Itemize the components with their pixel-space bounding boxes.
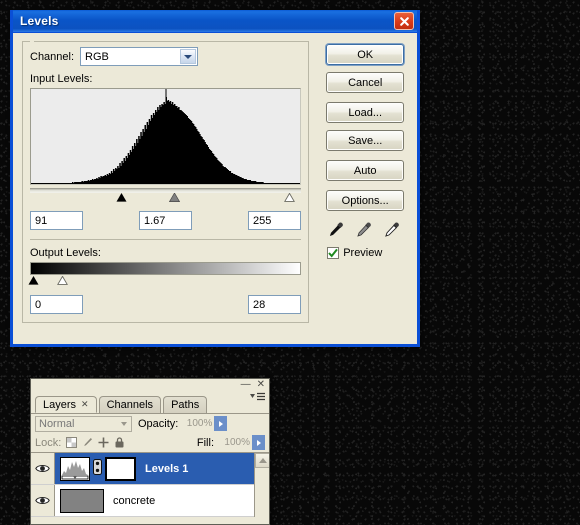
output-black-field[interactable]: 0 (30, 295, 83, 314)
load-button[interactable]: Load... (326, 102, 405, 123)
layer-thumbnail[interactable] (60, 488, 104, 513)
channel-label: Channel: (30, 50, 75, 63)
chevron-down-icon[interactable] (180, 49, 197, 64)
section-divider (30, 239, 302, 240)
scroll-up-button[interactable] (255, 453, 269, 468)
preview-checkbox[interactable] (327, 247, 340, 259)
tab-layers-label: Layers (43, 398, 77, 411)
panel-tabs: Layers ✕ Channels Paths (31, 395, 269, 413)
dialog-titlebar[interactable]: Levels (13, 10, 417, 33)
levels-settings-group: Channel: RGB Input Levels: 91 1.67 255 O… (22, 41, 310, 323)
histogram-svg (31, 89, 300, 184)
auto-button[interactable]: Auto (326, 160, 405, 181)
layer-list-scrollbar[interactable] (254, 453, 269, 517)
tab-channels[interactable]: Channels (98, 396, 162, 413)
layer-visibility-toggle[interactable] (31, 453, 55, 484)
table-row[interactable]: Levels 1 (31, 453, 269, 485)
lock-image-pixels-icon[interactable] (82, 437, 93, 448)
lock-icon-group (66, 437, 125, 448)
layer-name: Levels 1 (145, 462, 189, 475)
output-black-point-slider[interactable] (28, 276, 39, 285)
layer-list: Levels 1 concrete (31, 453, 269, 517)
input-midtone-slider[interactable] (169, 193, 180, 202)
output-white-field[interactable]: 28 (248, 295, 301, 314)
input-highlight-field[interactable]: 255 (248, 211, 301, 230)
chevron-down-icon[interactable] (117, 418, 130, 430)
panel-menu-button[interactable] (250, 392, 266, 405)
cancel-button[interactable]: Cancel (326, 72, 405, 93)
output-levels-fields: 0 28 (30, 295, 301, 314)
input-sliders (30, 193, 301, 207)
input-shadow-field[interactable]: 91 (30, 211, 83, 230)
input-midtone-field[interactable]: 1.67 (139, 211, 192, 230)
options-button[interactable]: Options... (326, 190, 405, 211)
lock-label: Lock: (35, 436, 62, 449)
layer-name: concrete (113, 494, 156, 507)
layers-panel: — ✕ Layers ✕ Channels Paths Normal Opaci… (30, 378, 270, 525)
input-white-point-slider[interactable] (284, 193, 295, 202)
set-black-point-eyedropper-icon[interactable] (327, 221, 344, 238)
ok-button[interactable]: OK (326, 44, 405, 65)
fill-value[interactable]: 100% (219, 435, 252, 450)
panel-close-button[interactable]: ✕ (257, 380, 265, 390)
output-sliders (28, 276, 301, 288)
tab-layers[interactable]: Layers ✕ (35, 396, 97, 413)
lock-fill-row: Lock: Fill: 100% (31, 433, 269, 452)
panel-titlebar[interactable]: — ✕ (31, 379, 269, 395)
channel-row: Channel: RGB (30, 47, 301, 66)
lock-all-icon[interactable] (114, 437, 125, 448)
input-black-point-slider[interactable] (116, 193, 127, 202)
output-white-point-slider[interactable] (57, 276, 68, 285)
close-icon (399, 16, 409, 26)
layer-mask-thumbnail[interactable] (105, 456, 136, 481)
preview-row[interactable]: Preview (327, 247, 408, 259)
preview-label: Preview (343, 247, 383, 259)
blend-mode-value: Normal (39, 417, 75, 430)
channel-value: RGB (85, 50, 109, 63)
table-row[interactable]: concrete (31, 485, 269, 517)
channel-select[interactable]: RGB (80, 47, 199, 66)
eyedropper-group (327, 221, 408, 238)
levels-adjustment-icon (61, 457, 89, 480)
blend-mode-select[interactable]: Normal (35, 415, 132, 432)
output-gradient-bar[interactable] (30, 262, 301, 275)
output-levels-label: Output Levels: (30, 247, 101, 259)
lock-transparent-pixels-icon[interactable] (66, 437, 78, 448)
opacity-label: Opacity: (138, 417, 179, 430)
layer-adjustment-thumbnail[interactable] (60, 456, 90, 481)
lock-position-icon[interactable] (98, 437, 109, 448)
tab-close-icon[interactable]: ✕ (81, 399, 89, 410)
fill-slider-button[interactable] (252, 435, 265, 450)
panel-minimize-button[interactable]: — (241, 380, 251, 390)
panel-menu-icon (250, 392, 265, 401)
levels-dialog: Levels Channel: RGB Input Levels: 91 1.6… (10, 10, 420, 347)
dialog-title: Levels (20, 14, 59, 28)
layer-visibility-toggle[interactable] (31, 485, 55, 516)
histogram-chart (30, 88, 301, 185)
layer-link-icon[interactable] (93, 459, 102, 478)
input-levels-label: Input Levels: (30, 73, 93, 85)
panel-window-controls: — ✕ (241, 380, 265, 390)
eye-icon (35, 465, 50, 472)
opacity-value[interactable]: 100% (181, 416, 214, 431)
close-button[interactable] (394, 12, 414, 30)
tab-paths-label: Paths (171, 399, 200, 411)
set-white-point-eyedropper-icon[interactable] (383, 221, 400, 238)
blend-opacity-row: Normal Opacity: 100% (31, 414, 269, 433)
fill-label: Fill: (196, 436, 214, 449)
tab-paths[interactable]: Paths (163, 396, 208, 413)
eye-icon (35, 497, 50, 504)
input-levels-fields: 91 1.67 255 (30, 211, 301, 230)
set-gray-point-eyedropper-icon[interactable] (355, 221, 372, 238)
check-icon (328, 248, 338, 258)
tab-channels-label: Channels (106, 399, 154, 411)
save-button[interactable]: Save... (326, 130, 405, 151)
chain-link-icon (93, 459, 102, 475)
dialog-button-column: OK Cancel Load... Save... Auto Options..… (309, 41, 408, 323)
opacity-slider-button[interactable] (214, 416, 228, 431)
